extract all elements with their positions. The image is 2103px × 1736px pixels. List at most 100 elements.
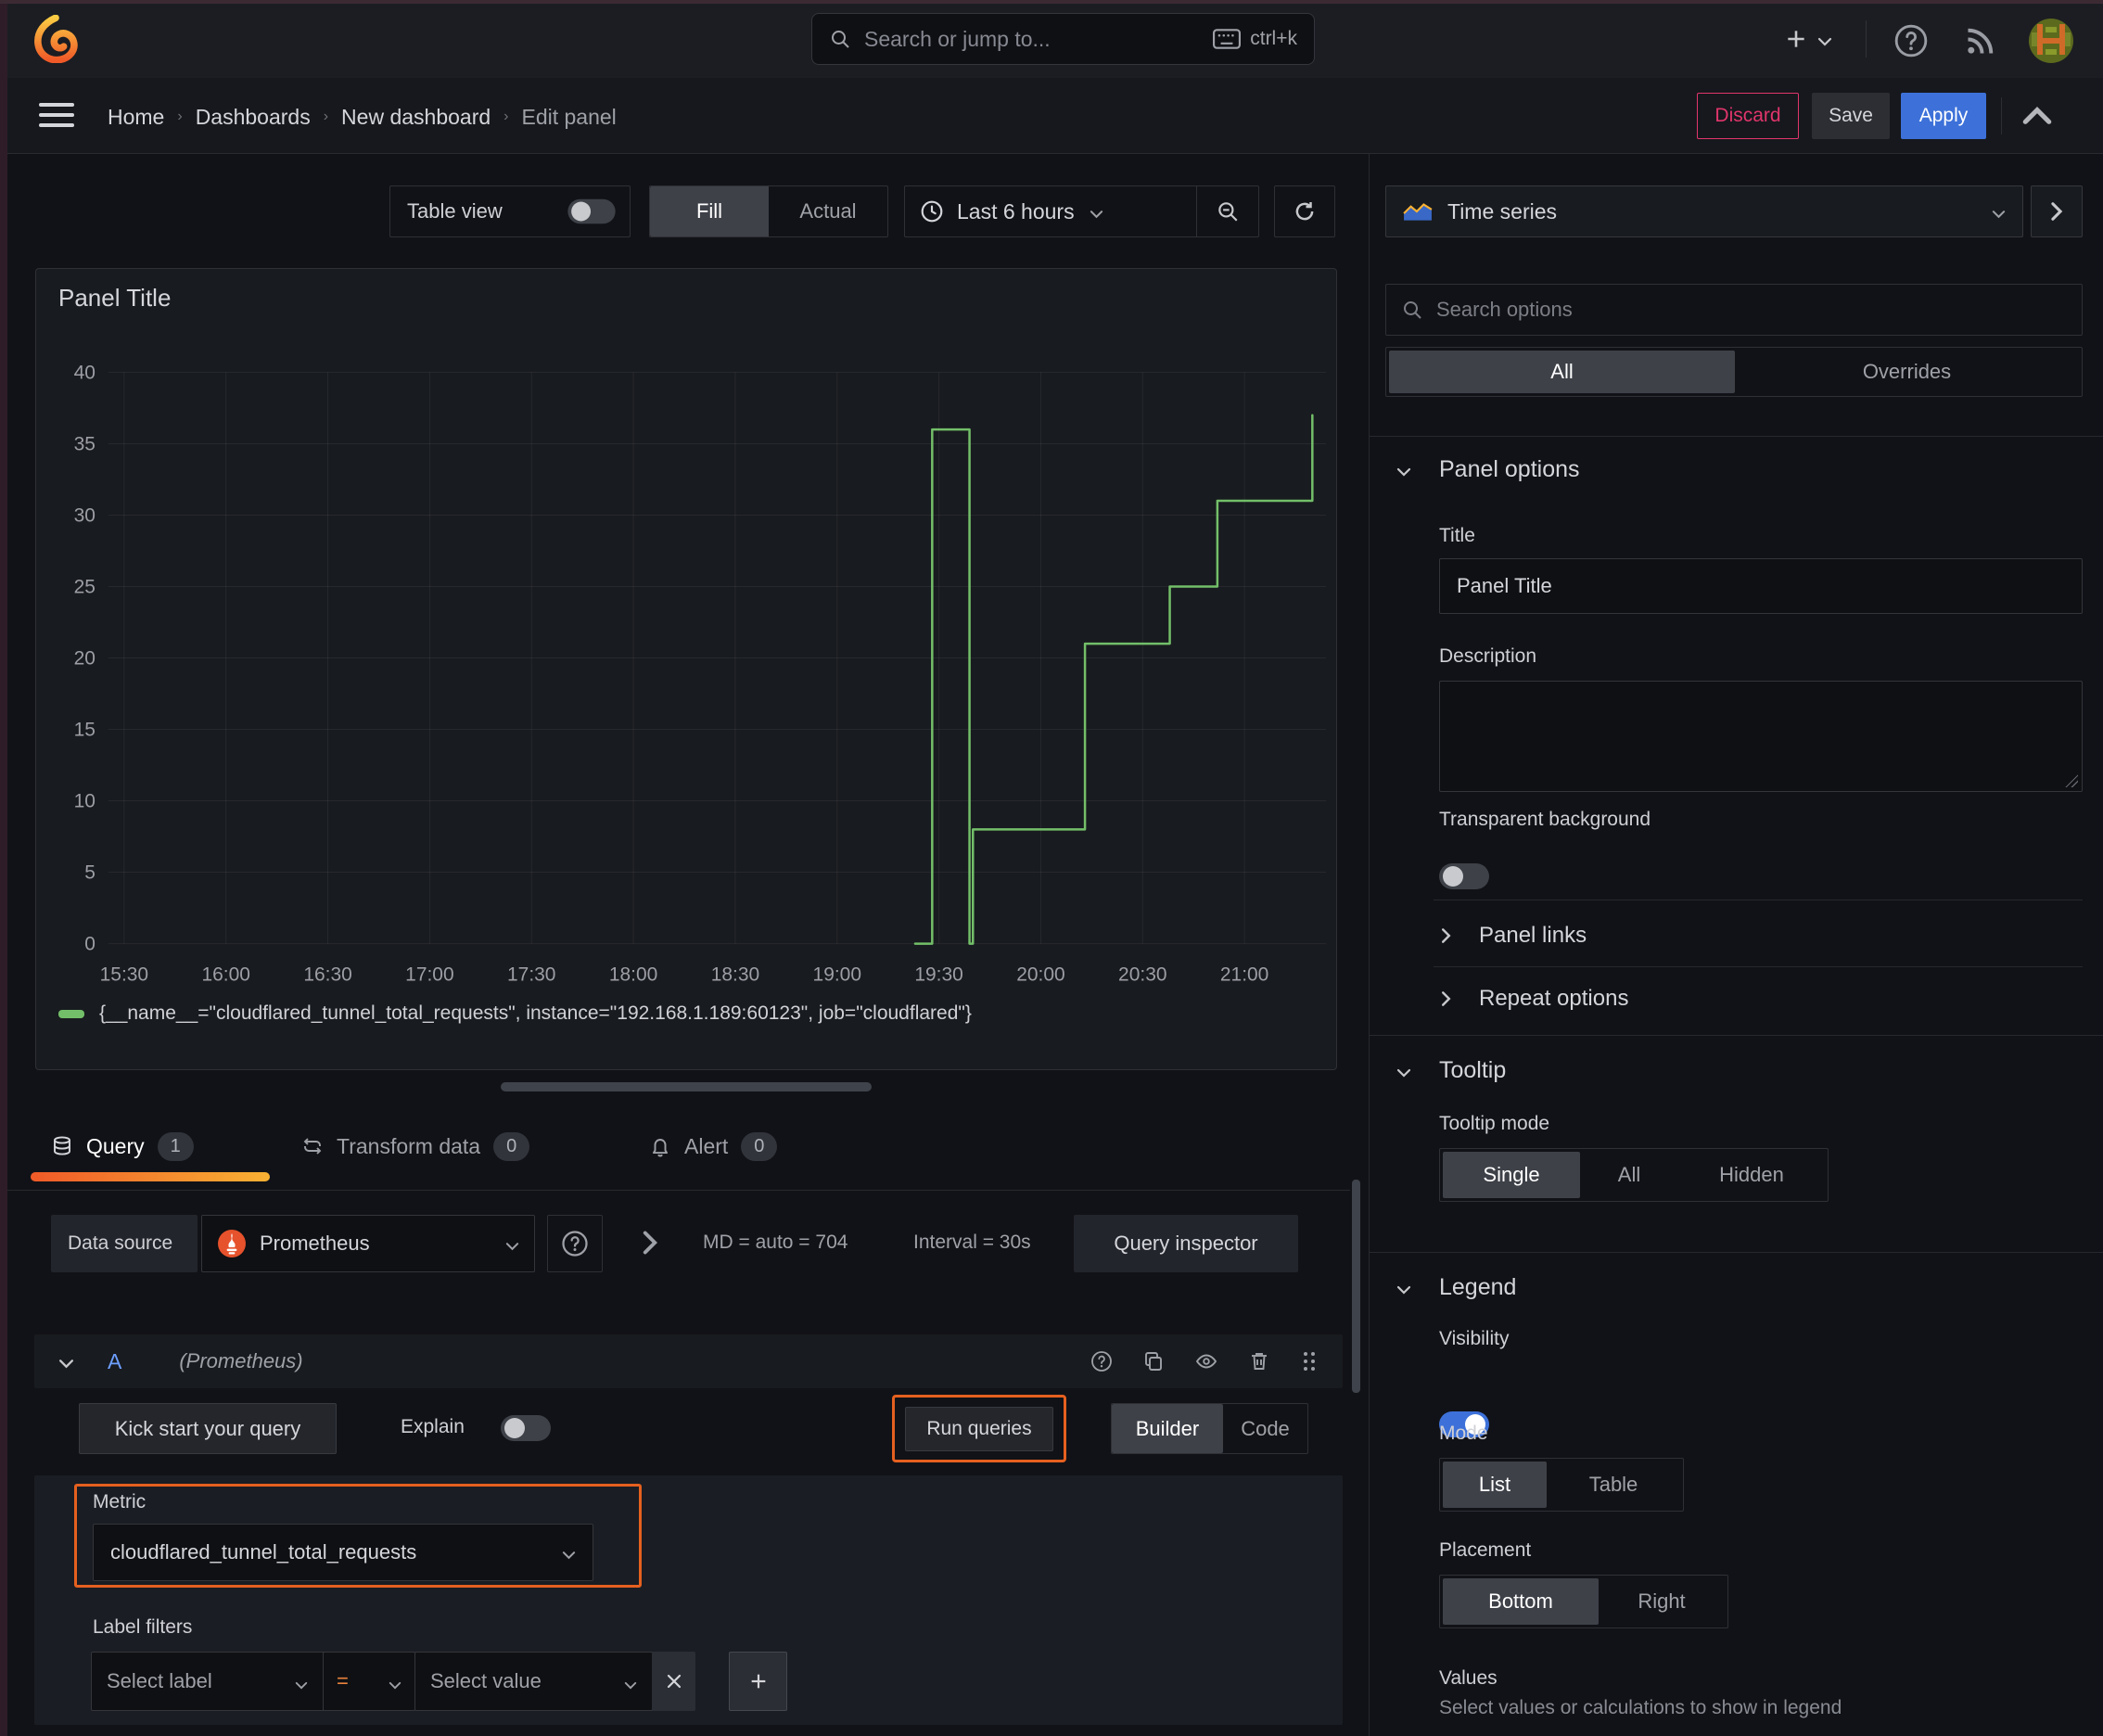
timeseries-chart[interactable]: 0 5 10 15 20 25 30 35 40 15:30 16:00 16:30 17:00 17:3…: [44, 343, 1331, 992]
legend-header[interactable]: Legend: [1396, 1270, 1516, 1304]
tab-query[interactable]: Query 1: [51, 1128, 194, 1165]
discard-button[interactable]: Discard: [1697, 93, 1799, 139]
query-editor-body: Metric cloudflared_tunnel_total_requests…: [34, 1475, 1343, 1725]
tooltip-all-option[interactable]: All: [1580, 1152, 1678, 1198]
collapse-options-icon[interactable]: [2021, 104, 2053, 128]
breadcrumb-new-dashboard[interactable]: New dashboard: [341, 105, 491, 130]
tab-all[interactable]: All: [1389, 351, 1735, 393]
chevron-down-icon: [562, 1548, 576, 1560]
select-value-dropdown[interactable]: Select value: [414, 1652, 653, 1711]
menu-toggle-button[interactable]: [39, 101, 74, 131]
operator-dropdown[interactable]: =: [323, 1652, 415, 1711]
delete-query-icon[interactable]: [1248, 1350, 1270, 1372]
explain-toggle[interactable]: [501, 1415, 551, 1441]
query-row-header[interactable]: A (Prometheus): [34, 1334, 1343, 1388]
grafana-logo-icon[interactable]: [32, 14, 80, 64]
query-ref-id[interactable]: A: [108, 1349, 121, 1374]
metric-select[interactable]: cloudflared_tunnel_total_requests: [93, 1524, 593, 1581]
zoom-out-button[interactable]: [1197, 186, 1258, 236]
news-rss-icon[interactable]: [1964, 24, 1997, 57]
chevron-down-icon[interactable]: [58, 1357, 74, 1368]
help-button[interactable]: [1893, 23, 1929, 58]
add-filter-button[interactable]: [729, 1652, 787, 1711]
placement-bottom-option[interactable]: Bottom: [1443, 1578, 1599, 1625]
expand-viz-picker-button[interactable]: [2031, 185, 2083, 237]
duplicate-query-icon[interactable]: [1142, 1350, 1165, 1372]
drag-handle-icon[interactable]: [1300, 1349, 1319, 1373]
panel-title-input[interactable]: [1439, 558, 2083, 614]
svg-text:18:30: 18:30: [711, 964, 759, 986]
svg-text:5: 5: [84, 862, 96, 884]
visualization-name: Time series: [1447, 198, 1557, 223]
global-search-box[interactable]: Search or jump to... ctrl+k: [811, 13, 1315, 65]
select-label-placeholder: Select label: [107, 1669, 212, 1692]
time-range-picker[interactable]: Last 6 hours: [904, 185, 1259, 237]
repeat-options-row[interactable]: Repeat options: [1434, 977, 2083, 1020]
run-queries-button[interactable]: Run queries: [905, 1407, 1053, 1451]
builder-code-group: Builder Code: [1111, 1403, 1308, 1454]
tooltip-header[interactable]: Tooltip: [1396, 1053, 1506, 1087]
svg-text:18:00: 18:00: [609, 964, 657, 986]
tab-alert[interactable]: Alert 0: [649, 1128, 778, 1165]
search-shortcut: ctrl+k: [1250, 28, 1297, 49]
remove-filter-button[interactable]: [652, 1652, 695, 1711]
vertical-scrollbar[interactable]: [1352, 1180, 1360, 1393]
tab-transform-data[interactable]: Transform data 0: [301, 1128, 530, 1165]
options-search-placeholder: Search options: [1436, 298, 1573, 321]
tooltip-single-option[interactable]: Single: [1443, 1152, 1580, 1198]
svg-text:19:00: 19:00: [813, 964, 861, 986]
mode-table-option[interactable]: Table: [1547, 1462, 1680, 1508]
keyboard-icon: [1213, 29, 1242, 49]
chevron-right-icon: ›: [177, 108, 183, 124]
panel-options-header[interactable]: Panel options: [1396, 453, 1580, 486]
query-help-icon[interactable]: [1090, 1350, 1113, 1372]
description-textarea[interactable]: [1439, 681, 2083, 792]
legend-values-label: Values: [1439, 1667, 1498, 1689]
resize-handle-icon[interactable]: [2065, 774, 2078, 787]
new-menu-button[interactable]: [1784, 22, 1851, 56]
save-button[interactable]: Save: [1812, 93, 1890, 139]
datasource-help-button[interactable]: [547, 1215, 603, 1272]
expand-stats-icon[interactable]: [642, 1230, 658, 1256]
breadcrumb: Home › Dashboards › New dashboard › Edit…: [108, 102, 617, 132]
nav-actions-divider: [2001, 97, 2002, 134]
toggle-visibility-icon[interactable]: [1194, 1350, 1218, 1372]
query-ref-datasource: (Prometheus): [179, 1349, 303, 1372]
tab-overrides[interactable]: Overrides: [1735, 351, 2079, 393]
chevron-down-icon: [1396, 465, 1411, 477]
chevron-down-icon: [1090, 207, 1103, 219]
datasource-picker[interactable]: Prometheus: [201, 1215, 535, 1272]
select-label-dropdown[interactable]: Select label: [91, 1652, 324, 1711]
user-avatar[interactable]: [2029, 19, 2073, 63]
legend-placement-group: Bottom Right: [1439, 1575, 1728, 1628]
metric-label: Metric: [93, 1491, 147, 1513]
breadcrumb-dashboards[interactable]: Dashboards: [196, 105, 311, 130]
placement-right-option[interactable]: Right: [1599, 1578, 1725, 1625]
legend-label[interactable]: {__name__="cloudflared_tunnel_total_requ…: [99, 1002, 972, 1025]
section-border: [1370, 436, 2103, 437]
fill-option[interactable]: Fill: [650, 186, 769, 236]
mode-list-option[interactable]: List: [1443, 1462, 1547, 1508]
prometheus-icon: [217, 1229, 247, 1258]
tooltip-hidden-option[interactable]: Hidden: [1678, 1152, 1825, 1198]
apply-button[interactable]: Apply: [1901, 93, 1986, 139]
builder-option[interactable]: Builder: [1112, 1404, 1223, 1453]
breadcrumb-home[interactable]: Home: [108, 105, 164, 130]
code-option[interactable]: Code: [1223, 1404, 1307, 1453]
panel-links-row[interactable]: Panel links: [1434, 914, 2083, 957]
panel-title[interactable]: Panel Title: [58, 284, 171, 313]
query-inspector-button[interactable]: Query inspector: [1074, 1215, 1298, 1272]
chevron-down-icon: [1396, 1283, 1411, 1295]
legend-row[interactable]: {__name__="cloudflared_tunnel_total_requ…: [58, 1000, 972, 1028]
chevron-right-icon: [1441, 927, 1451, 944]
table-view-toggle[interactable]: [567, 198, 616, 224]
visualization-picker[interactable]: Time series: [1385, 185, 2023, 237]
transparent-bg-toggle[interactable]: [1439, 863, 1489, 889]
options-search-box[interactable]: Search options: [1385, 284, 2083, 336]
kickstart-button[interactable]: Kick start your query: [79, 1403, 337, 1454]
actual-option[interactable]: Actual: [769, 186, 887, 236]
refresh-button[interactable]: [1274, 185, 1335, 237]
horizontal-scrollbar[interactable]: [501, 1082, 872, 1091]
svg-text:16:00: 16:00: [201, 964, 249, 986]
plus-icon: [1784, 27, 1808, 51]
